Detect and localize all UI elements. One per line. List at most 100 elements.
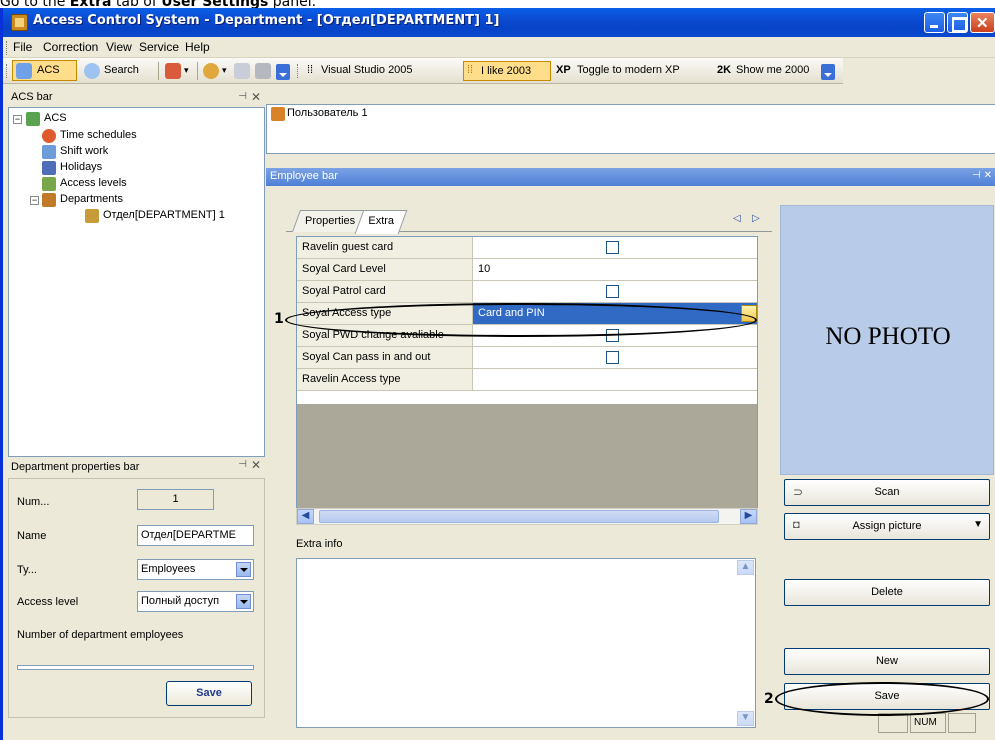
num-lock-indicator: NUM [910,713,946,733]
tool-icon[interactable] [165,63,181,79]
acs-icon [16,63,32,79]
close-icon[interactable]: ✕ [251,90,261,104]
minimize-button[interactable] [924,12,945,33]
tree-node-access-levels[interactable]: Access levels [60,177,127,189]
tree-node-departments[interactable]: Departments [60,193,123,205]
user-icon [271,107,285,121]
grid-row-value[interactable] [473,237,757,259]
access-level-label: Access level [17,596,79,608]
app-icon [11,14,28,31]
grid-row-value[interactable] [473,347,757,369]
grid-row-label[interactable]: Ravelin Access type [297,369,473,391]
name-field[interactable]: Отдел[DEPARTME [137,525,254,546]
scan-icon[interactable] [255,63,271,79]
tree-node-time-schedules[interactable]: Time schedules [60,129,137,141]
menu-file[interactable]: File [13,40,32,54]
delete-button[interactable]: Delete [784,579,990,606]
name-label: Name [17,530,47,542]
type-select[interactable]: Employees [137,559,254,580]
pin-icon[interactable]: ⊣ [238,459,247,470]
scroll-left-button[interactable]: ◀ [297,509,314,524]
tab-extra[interactable]: Extra [354,210,408,234]
grid-row-value[interactable]: 10 [473,259,757,281]
chevron-down-icon[interactable] [236,562,251,577]
access-level-select[interactable]: Полный доступ [137,591,254,612]
grid-row-label[interactable]: Soyal Patrol card [297,281,473,303]
user-list: Пользователь 1 [266,104,995,154]
tree-node-shift-work[interactable]: Shift work [60,145,108,157]
menu-correction[interactable]: Correction [43,40,98,54]
grid-row-label[interactable]: Soyal Card Level [297,259,473,281]
toolbar-grip[interactable] [297,64,300,78]
property-grid: Ravelin guest card Soyal Card Level 10 Soya… [296,236,758,516]
user-list-item[interactable]: Пользователь 1 [287,107,368,119]
grid-row-label[interactable]: Ravelin guest card [297,237,473,259]
collapse-icon[interactable]: − [13,115,22,124]
scroll-up-button[interactable]: ▲ [737,560,754,575]
grid-row-value[interactable] [473,281,757,303]
scroll-down-button[interactable]: ▼ [737,711,754,726]
close-icon[interactable]: ✕ [251,458,261,472]
close-button[interactable] [970,12,995,33]
acs-tree-icon [26,112,40,126]
search-button[interactable]: Search [82,61,157,81]
callout-number: 2 [764,691,774,707]
dept-save-button[interactable]: Save [166,681,252,706]
visual-studio-2005-button[interactable]: ⁞⁞ Visual Studio 2005 [307,61,459,81]
camera-icon: ◘ [793,519,800,531]
extra-info-textarea[interactable]: ▲ ▼ [296,558,756,728]
employee-count-label: Number of department employees [17,629,184,641]
search-icon [84,63,100,79]
toolbar-overflow-button[interactable] [276,64,290,80]
tree-node-holidays[interactable]: Holidays [60,161,102,173]
shift-work-icon [42,145,56,159]
chevron-down-icon[interactable]: ▾ [222,65,227,76]
grid-row-label[interactable]: Soyal Can pass in and out [297,347,473,369]
scroll-thumb[interactable] [319,510,719,523]
horizontal-scrollbar[interactable]: ◀ ▶ [296,508,758,525]
assign-picture-label: Assign picture [852,520,922,532]
grid-checkbox[interactable] [606,285,619,298]
title-bar[interactable]: Access Control System - Department - [От… [3,8,995,37]
toggle-modern-xp-button[interactable]: XP Toggle to modern XP [556,61,716,81]
caption-panel-name: User Settings [161,0,269,8]
tab-scroll-left-icon[interactable]: ◁ [733,213,741,224]
menu-grip[interactable] [6,41,9,55]
grid-row-value[interactable] [473,369,757,391]
no-photo-text: NO PHOTO [825,323,951,350]
type-label: Ty... [17,564,37,576]
scan-button[interactable]: ⊃ Scan [784,479,990,506]
user-icon[interactable] [203,63,219,79]
like2003-label: I like 2003 [481,65,532,77]
tab-scroll-right-icon[interactable]: ▷ [752,213,760,224]
scroll-right-button[interactable]: ▶ [740,509,757,524]
new-button[interactable]: New [784,648,990,675]
tree-node-acs[interactable]: ACS [44,112,67,124]
tree-node-department-1[interactable]: Отдел[DEPARTMENT] 1 [103,209,225,221]
i-like-2003-button[interactable]: ⁞⁞ I like 2003 [463,61,551,81]
menu-service[interactable]: Service [139,40,179,54]
num-field[interactable]: 1 [137,489,214,510]
pin-icon[interactable]: ⊣ [238,91,247,102]
assign-picture-button[interactable]: ◘ Assign picture ▼ [784,513,990,540]
callout-ellipse [285,303,757,337]
disabled-icon[interactable] [234,63,250,79]
access-level-icon [42,177,56,191]
pin-icon[interactable]: ⊣ ✕ [972,170,992,181]
grid-checkbox[interactable] [606,241,619,254]
employee-bar-title: Employee bar [270,170,338,182]
toolbar-grip[interactable] [6,64,9,78]
menu-help[interactable]: Help [185,40,210,54]
collapse-icon[interactable]: − [30,196,39,205]
chevron-down-icon[interactable] [236,594,251,609]
chevron-down-icon[interactable]: ▾ [184,65,189,76]
employee-bar-header: Employee bar ⊣ ✕ [266,168,995,186]
acs-bar-title: ACS bar [11,91,53,103]
chevron-down-icon[interactable]: ▼ [973,519,983,530]
maximize-button[interactable] [947,12,968,33]
grid-checkbox[interactable] [606,351,619,364]
acs-button[interactable]: ACS [12,60,77,81]
toolbar-overflow-button[interactable] [821,64,835,80]
menu-view[interactable]: View [106,40,132,54]
show-me-2000-button[interactable]: 2K Show me 2000 [717,61,825,81]
